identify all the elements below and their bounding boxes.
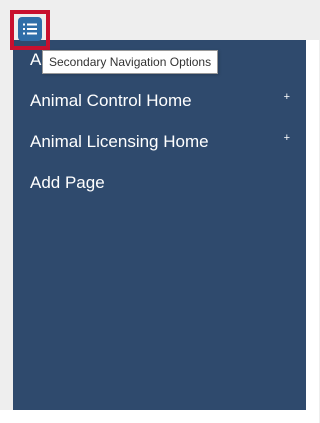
secondary-navigation-panel: A Animal Control Home + Animal Licensing… bbox=[13, 40, 306, 410]
nav-item-label: Animal Licensing Home bbox=[30, 132, 209, 151]
expand-plus-icon[interactable]: + bbox=[284, 79, 290, 115]
expand-plus-icon[interactable]: + bbox=[284, 120, 290, 156]
nav-item-add-page[interactable]: Add Page bbox=[30, 165, 306, 201]
list-icon bbox=[23, 23, 37, 35]
secondary-nav-toggle-button[interactable] bbox=[18, 17, 42, 41]
page-bottom-edge bbox=[0, 410, 319, 423]
nav-item-label: Animal Control Home bbox=[30, 91, 192, 110]
tooltip: Secondary Navigation Options bbox=[42, 50, 219, 74]
nav-item-animal-licensing-home[interactable]: Animal Licensing Home + bbox=[30, 124, 306, 160]
nav-item-animal-control-home[interactable]: Animal Control Home + bbox=[30, 83, 306, 119]
content-area-edge bbox=[306, 40, 319, 410]
nav-item-label: Add Page bbox=[30, 173, 105, 192]
